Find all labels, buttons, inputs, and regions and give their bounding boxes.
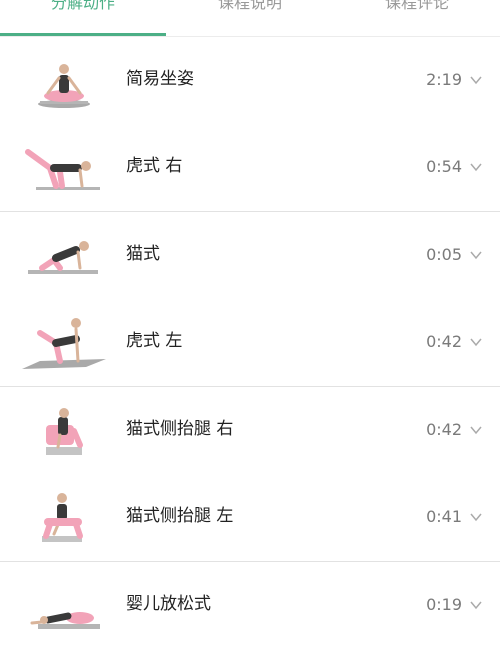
list-item[interactable]: 猫式 0:05 xyxy=(0,212,500,299)
exercise-name: 简易坐姿 xyxy=(126,69,194,89)
chevron-down-icon[interactable] xyxy=(470,600,482,610)
exercise-name: 虎式 左 xyxy=(126,331,183,351)
list-item[interactable]: 猫式侧抬腿 左 0:41 xyxy=(0,474,500,561)
tab-bar: 分解动作 课程说明 课程评论 xyxy=(0,0,500,37)
list-item[interactable]: 虎式 左 0:42 xyxy=(0,299,500,386)
chevron-down-icon[interactable] xyxy=(470,425,482,435)
exercise-name: 猫式侧抬腿 右 xyxy=(126,419,234,439)
list-item[interactable]: 猫式侧抬腿 右 0:42 xyxy=(0,387,500,474)
exercise-name: 虎式 右 xyxy=(126,156,183,176)
exercise-duration: 0:19 xyxy=(426,595,462,614)
exercise-duration: 0:42 xyxy=(426,420,462,439)
child-pose-thumbnail xyxy=(30,612,100,629)
exercise-duration: 0:42 xyxy=(426,332,462,351)
cat-pose-thumbnail xyxy=(28,241,98,274)
exercise-duration: 0:41 xyxy=(426,507,462,526)
tiger-pose-thumbnail xyxy=(25,149,100,190)
chevron-down-icon[interactable] xyxy=(470,512,482,522)
chevron-down-icon[interactable] xyxy=(470,250,482,260)
exercise-duration: 0:54 xyxy=(426,157,462,176)
chevron-down-icon[interactable] xyxy=(470,162,482,172)
seated-pose-thumbnail xyxy=(38,64,90,108)
exercise-name: 婴儿放松式 xyxy=(126,594,211,614)
exercise-duration: 0:05 xyxy=(426,245,462,264)
list-item[interactable]: 虎式 右 0:54 xyxy=(0,124,500,211)
exercise-list: 简易坐姿 2:19 虎式 右 0:54 猫式 0:05 虎式 左 0:42 猫式… xyxy=(0,37,500,649)
list-item[interactable]: 简易坐姿 2:19 xyxy=(0,37,500,124)
exercise-name: 猫式 xyxy=(126,244,160,264)
list-item[interactable]: 婴儿放松式 0:19 xyxy=(0,562,500,649)
side-leg-pose-thumbnail xyxy=(46,408,83,455)
side-leg-pose-thumbnail xyxy=(42,493,83,542)
tab-comments[interactable]: 课程评论 xyxy=(334,0,500,14)
tiger-pose-thumbnail xyxy=(22,318,106,369)
tab-breakdown[interactable]: 分解动作 xyxy=(0,0,166,14)
chevron-down-icon[interactable] xyxy=(470,337,482,347)
chevron-down-icon[interactable] xyxy=(470,75,482,85)
active-tab-indicator xyxy=(0,33,166,36)
exercise-name: 猫式侧抬腿 左 xyxy=(126,506,234,526)
exercise-duration: 2:19 xyxy=(426,70,462,89)
tab-description[interactable]: 课程说明 xyxy=(167,0,333,14)
